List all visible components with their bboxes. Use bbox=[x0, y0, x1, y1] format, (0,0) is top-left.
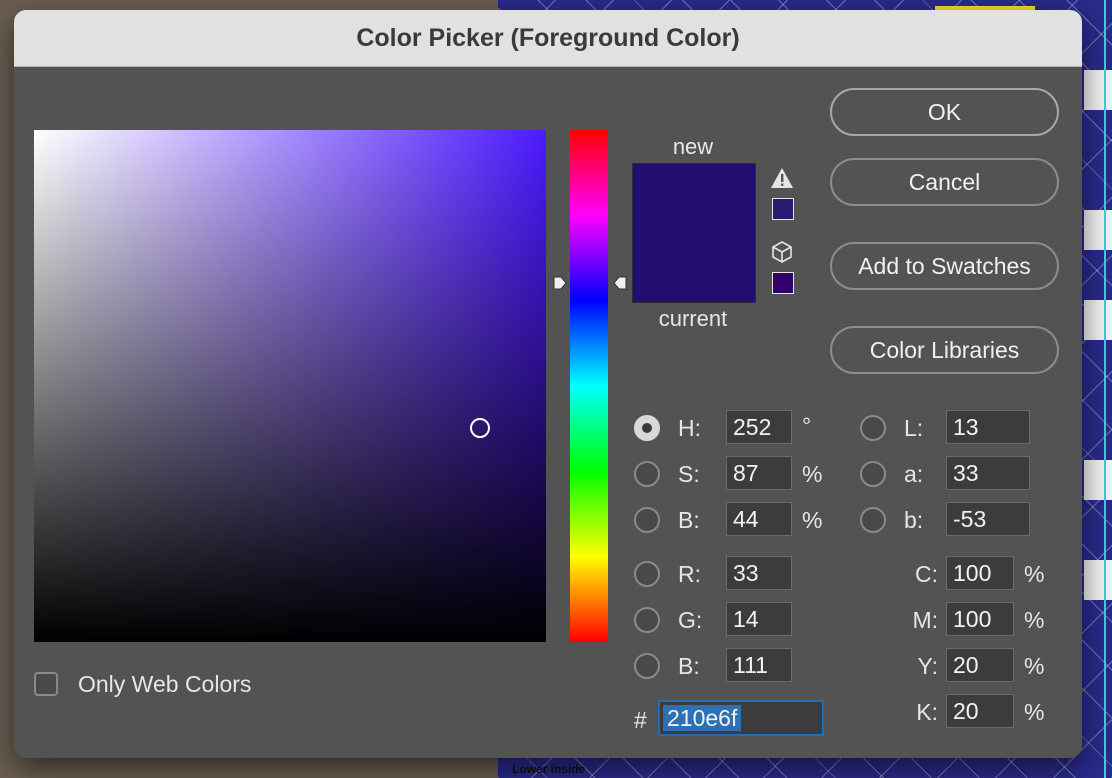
brightness-unit: % bbox=[802, 507, 823, 533]
black-unit: % bbox=[1024, 699, 1045, 725]
gamut-warning-swatch[interactable] bbox=[772, 198, 794, 220]
lightness-label: L: bbox=[904, 415, 924, 441]
color-preview bbox=[632, 163, 756, 303]
lab-a-radio[interactable] bbox=[860, 461, 886, 487]
cyan-unit: % bbox=[1024, 561, 1045, 587]
yellow-label: Y: bbox=[917, 653, 938, 679]
lab-a-input[interactable]: 33 bbox=[946, 456, 1030, 490]
saturation-radio[interactable] bbox=[634, 461, 660, 487]
hex-input[interactable]: 210e6f bbox=[658, 700, 824, 736]
document-stripe bbox=[1084, 210, 1112, 250]
title-bar[interactable]: Color Picker (Foreground Color) bbox=[14, 10, 1082, 67]
lightness-input[interactable]: 13 bbox=[946, 410, 1030, 444]
red-radio[interactable] bbox=[634, 561, 660, 587]
yellow-input[interactable]: 20 bbox=[946, 648, 1014, 682]
magenta-label: M: bbox=[912, 607, 938, 633]
black-input[interactable]: 20 bbox=[946, 694, 1014, 728]
lab-b-radio[interactable] bbox=[860, 507, 886, 533]
saturation-label: S: bbox=[678, 461, 700, 487]
color-field-cursor[interactable] bbox=[470, 418, 490, 438]
red-input[interactable]: 33 bbox=[726, 556, 792, 590]
document-stripe bbox=[1084, 70, 1112, 110]
brightness-label: B: bbox=[678, 507, 700, 533]
web-safe-swatch[interactable] bbox=[772, 272, 794, 294]
brightness-radio[interactable] bbox=[634, 507, 660, 533]
blue-label: B: bbox=[678, 653, 700, 679]
document-guide-line bbox=[1104, 0, 1106, 778]
document-stripe bbox=[1084, 300, 1112, 340]
ok-button[interactable]: OK bbox=[830, 88, 1059, 136]
hue-unit: ° bbox=[802, 413, 812, 439]
hex-prefix: # bbox=[634, 707, 647, 733]
new-label: new bbox=[672, 134, 714, 159]
color-libraries-button[interactable]: Color Libraries bbox=[830, 326, 1059, 374]
red-label: R: bbox=[678, 561, 701, 587]
green-label: G: bbox=[678, 607, 703, 633]
green-input[interactable]: 14 bbox=[726, 602, 792, 636]
only-web-colors-checkbox[interactable] bbox=[34, 672, 58, 696]
document-text: Lower inside bbox=[512, 762, 586, 776]
color-picker-dialog: Color Picker (Foreground Color) new curr… bbox=[14, 10, 1082, 758]
black-label: K: bbox=[916, 699, 938, 725]
lab-b-label: b: bbox=[904, 507, 924, 533]
hue-label: H: bbox=[678, 415, 701, 441]
cyan-label: C: bbox=[915, 561, 938, 587]
current-label: current bbox=[658, 306, 728, 331]
blue-radio[interactable] bbox=[634, 653, 660, 679]
yellow-unit: % bbox=[1024, 653, 1045, 679]
only-web-colors-label[interactable]: Only Web Colors bbox=[78, 671, 251, 698]
hue-slider-left-arrow-icon[interactable] bbox=[552, 275, 568, 291]
dialog-title: Color Picker (Foreground Color) bbox=[356, 23, 740, 52]
hex-value[interactable]: 210e6f bbox=[663, 705, 742, 731]
magenta-input[interactable]: 100 bbox=[946, 602, 1014, 636]
document-stripe bbox=[1084, 460, 1112, 500]
cyan-input[interactable]: 100 bbox=[946, 556, 1014, 590]
add-to-swatches-button[interactable]: Add to Swatches bbox=[830, 242, 1059, 290]
hue-radio[interactable] bbox=[634, 415, 660, 441]
lab-b-input[interactable]: -53 bbox=[946, 502, 1030, 536]
cube-icon[interactable] bbox=[770, 240, 794, 264]
new-color-swatch bbox=[633, 164, 755, 233]
saturation-input[interactable]: 87 bbox=[726, 456, 792, 490]
lab-a-label: a: bbox=[904, 461, 924, 487]
hue-slider[interactable] bbox=[570, 130, 608, 642]
brightness-input[interactable]: 44 bbox=[726, 502, 792, 536]
blue-input[interactable]: 111 bbox=[726, 648, 792, 682]
lightness-radio[interactable] bbox=[860, 415, 886, 441]
hue-input[interactable]: 252 bbox=[726, 410, 792, 444]
color-field[interactable] bbox=[34, 130, 546, 642]
warning-triangle-icon[interactable] bbox=[770, 166, 794, 190]
current-color-swatch[interactable] bbox=[633, 233, 755, 302]
green-radio[interactable] bbox=[634, 607, 660, 633]
magenta-unit: % bbox=[1024, 607, 1045, 633]
saturation-unit: % bbox=[802, 461, 823, 487]
cancel-button[interactable]: Cancel bbox=[830, 158, 1059, 206]
hue-slider-right-arrow-icon[interactable] bbox=[612, 275, 628, 291]
document-stripe bbox=[1084, 560, 1112, 600]
